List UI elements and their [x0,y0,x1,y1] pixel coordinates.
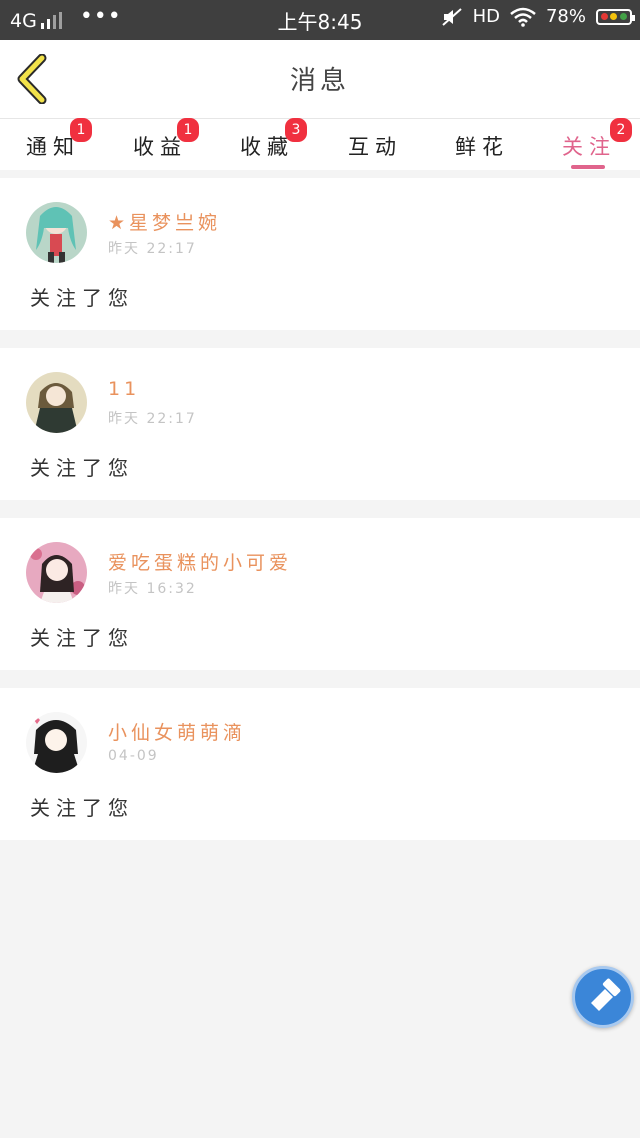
avatar[interactable] [26,542,87,603]
floating-action-button[interactable] [572,966,634,1028]
timestamp: 昨天 22:17 [108,411,197,427]
unread-badge: 1 [177,118,199,142]
tab-earnings[interactable]: 收益 1 [115,118,205,169]
avatar[interactable] [26,372,87,433]
user-name[interactable]: 11 [108,378,140,400]
timestamp: 昨天 22:17 [108,241,197,257]
tab-label: 互动 [348,135,402,159]
page-title: 消息 [289,66,350,96]
battery-percent: 78% [545,6,586,27]
hd-indicator: HD [472,6,500,27]
list-item[interactable]: 爱吃蛋糕的小可爱 昨天 16:32 关注了您 [0,518,640,670]
unread-badge: 2 [610,118,632,142]
notification-text: 关注了您 [30,796,134,820]
battery-icon [596,8,635,25]
notification-text: 关注了您 [30,286,134,310]
tab-favorites[interactable]: 收藏 3 [222,118,312,169]
tab-bar: 通知 1 收益 1 收藏 3 互动 鲜花 关注 2 [0,118,640,170]
timestamp: 04-09 [108,748,159,764]
tab-follow[interactable]: 关注 2 [544,118,634,169]
wifi-icon [510,7,536,27]
tab-label: 关注 [562,135,616,159]
nav-header: 消息 [0,40,640,119]
status-bar: 4G ••• 上午8:45 HD 78% [0,0,640,40]
unread-badge: 3 [285,118,307,142]
status-right: HD 78% [441,6,635,27]
tab-interaction[interactable]: 互动 [330,125,420,169]
user-name[interactable]: 爱吃蛋糕的小可爱 [108,548,292,575]
timestamp: 昨天 16:32 [108,581,197,597]
avatar[interactable] [26,202,87,263]
list-item[interactable]: 11 昨天 22:17 关注了您 [0,348,640,500]
list-item[interactable]: ★星梦亗婉 昨天 22:17 关注了您 [0,178,640,330]
avatar[interactable] [26,712,87,773]
tab-label: 鲜花 [455,135,509,159]
mute-icon [441,7,462,26]
tab-flowers[interactable]: 鲜花 [437,125,527,169]
user-name[interactable]: 小仙女萌萌滴 [108,718,246,745]
list-item[interactable]: 小仙女萌萌滴 04-09 关注了您 [0,688,640,840]
tab-notice[interactable]: 通知 1 [8,118,98,169]
notification-text: 关注了您 [30,626,134,650]
user-name[interactable]: ★星梦亗婉 [108,208,221,235]
notification-text: 关注了您 [30,456,134,480]
hammer-icon [591,978,621,1011]
unread-badge: 1 [70,118,92,142]
